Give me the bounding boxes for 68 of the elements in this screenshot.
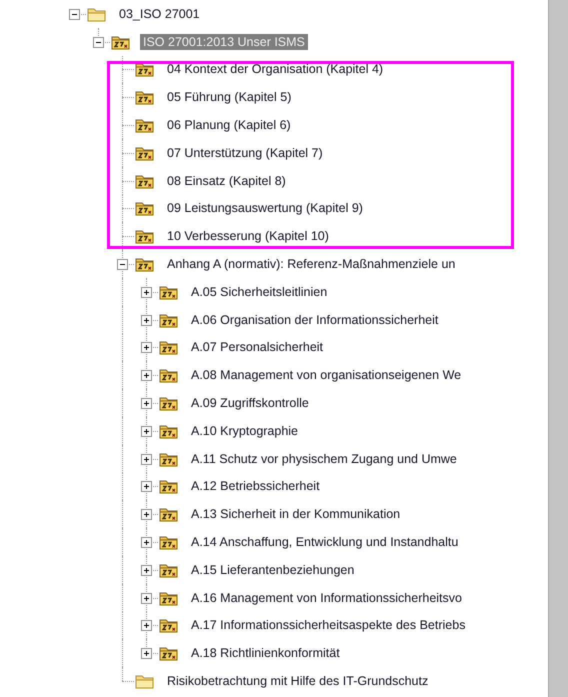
badge-folder-icon (135, 172, 155, 189)
expander-button[interactable] (141, 426, 152, 437)
badge-folder-icon (159, 284, 179, 300)
badge-folder-icon (159, 617, 179, 634)
badge-folder-icon (135, 117, 155, 134)
tree-item[interactable]: A.08 Management von organisationseigenen We (188, 367, 464, 384)
tree-item[interactable]: 06 Planung (Kapitel 6) (164, 117, 294, 134)
tree-item[interactable]: A.14 Anschaffung, Entwicklung und Instandhaltu (188, 534, 462, 550)
badge-folder-icon (159, 450, 179, 467)
folder-icon (87, 6, 107, 22)
expander-button[interactable] (141, 314, 152, 326)
badge-folder-icon (135, 89, 155, 106)
tree-item[interactable]: A.16 Management von Informationssicherheitsvo (188, 590, 465, 606)
expander-button[interactable] (141, 454, 152, 465)
tree-item[interactable]: 08 Einsatz (Kapitel 8) (164, 172, 289, 189)
badge-folder-icon (135, 228, 155, 244)
folder-icon (135, 673, 155, 690)
badge-folder-icon (111, 34, 131, 50)
expander-button[interactable] (117, 259, 128, 270)
badge-folder-icon (159, 590, 179, 606)
expander-button[interactable] (141, 564, 152, 576)
tree-item[interactable]: 09 Leistungsauswertung (Kapitel 9) (164, 200, 366, 216)
expander-button[interactable] (141, 620, 152, 632)
tree-item[interactable]: 05 Führung (Kapitel 5) (164, 89, 294, 106)
tree-item[interactable]: A.11 Schutz vor physischem Zugang und Umwe (188, 450, 460, 467)
expander-button[interactable] (141, 537, 152, 548)
tree-item[interactable]: 10 Verbesserung (Kapitel 10) (164, 228, 332, 244)
expander-button[interactable] (141, 648, 152, 660)
badge-folder-icon (159, 422, 179, 439)
expander-button[interactable] (141, 592, 152, 604)
tree-item[interactable]: A.17 Informationssicherheitsaspekte des Betriebs (188, 617, 468, 634)
tree-item[interactable]: 07 Unterstützung (Kapitel 7) (164, 144, 326, 161)
tree-item[interactable]: A.06 Organisation der Informationssicherheit (188, 312, 442, 328)
badge-folder-icon (135, 256, 155, 272)
badge-folder-icon (159, 339, 179, 356)
tree-item[interactable]: A.12 Betriebssicherheit (188, 478, 323, 494)
tree-item[interactable]: A.05 Sicherheitsleitlinien (188, 284, 330, 300)
expander-button[interactable] (141, 286, 152, 298)
expander-button[interactable] (141, 398, 152, 410)
tree-item[interactable]: A.13 Sicherheit in der Kommunikation (188, 506, 404, 522)
tree-item[interactable]: A.09 Zugriffskontrolle (188, 395, 312, 412)
tree-item[interactable]: 03_ISO 27001 (116, 6, 203, 22)
badge-folder-icon (159, 562, 179, 578)
badge-folder-icon (159, 645, 179, 662)
expander-button[interactable] (141, 370, 152, 382)
tree-item[interactable]: ISO 27001:2013 Unser ISMS (140, 34, 308, 50)
badge-folder-icon (159, 506, 179, 522)
tree-item[interactable]: 04 Kontext der Organisation (Kapitel 4) (164, 61, 386, 78)
badge-folder-icon (159, 395, 179, 412)
tree-item[interactable]: Risikobetrachtung mit Hilfe des IT-Grundschutz (164, 673, 432, 690)
badge-folder-icon (135, 200, 155, 216)
scrollbar[interactable] (549, 0, 568, 697)
expander-button[interactable] (141, 342, 152, 354)
expander-button[interactable] (69, 8, 80, 20)
tree-item[interactable]: A.18 Richtlinienkonformität (188, 645, 343, 662)
tree-item[interactable]: A.07 Personalsicherheit (188, 339, 326, 356)
expander-button[interactable] (93, 36, 104, 48)
badge-folder-icon (135, 144, 155, 161)
tree-item[interactable]: A.10 Kryptographie (188, 422, 302, 439)
badge-folder-icon (159, 367, 179, 384)
badge-folder-icon (135, 61, 155, 78)
badge-folder-icon (159, 534, 179, 550)
tree-item[interactable]: A.15 Lieferantenbeziehungen (188, 562, 358, 578)
expander-button[interactable] (141, 509, 152, 520)
expander-button[interactable] (141, 481, 152, 492)
tree-item[interactable]: Anhang A (normativ): Referenz-Maßnahmenziele un (164, 256, 458, 272)
badge-folder-icon (159, 478, 179, 494)
badge-folder-icon (159, 312, 179, 328)
